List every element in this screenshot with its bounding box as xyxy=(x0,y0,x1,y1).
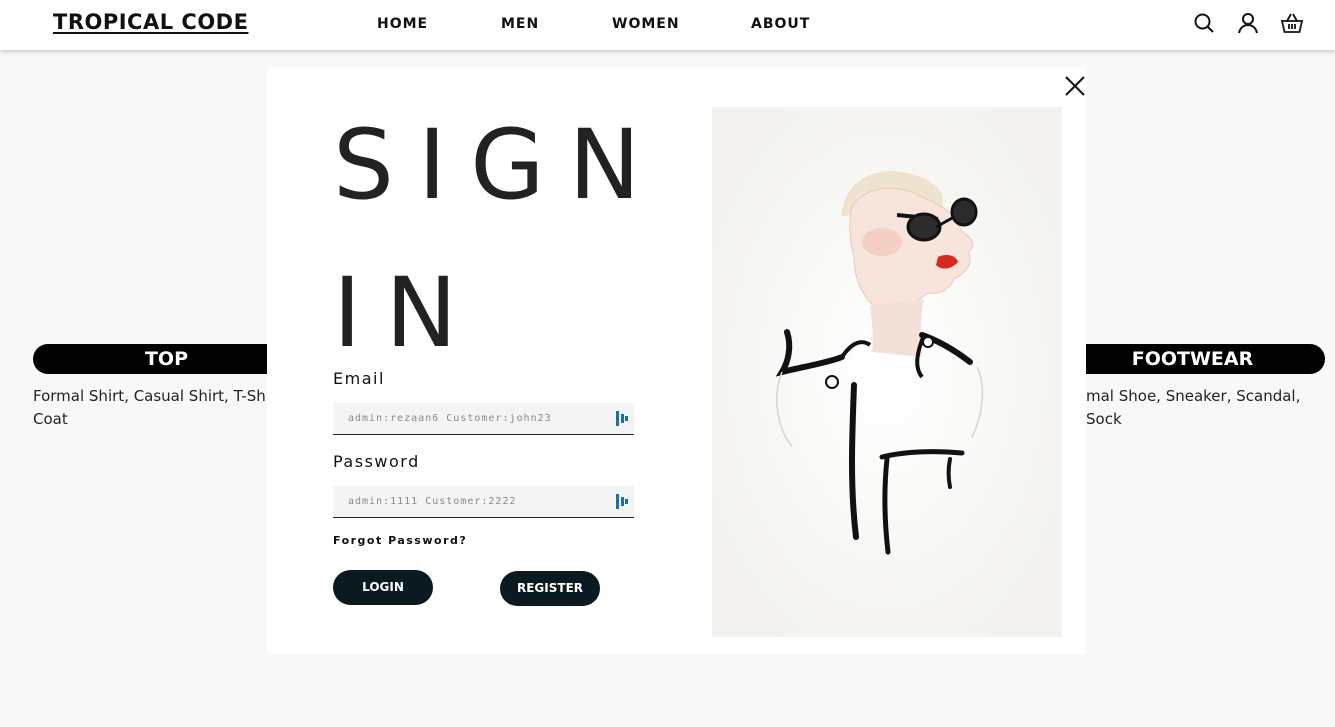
password-manager-icon[interactable] xyxy=(616,494,628,509)
category-top-title: TOP xyxy=(144,348,189,370)
category-top-pill[interactable]: TOP xyxy=(33,344,300,374)
basket-icon[interactable] xyxy=(1280,11,1304,35)
signin-title: SIGN IN xyxy=(333,109,665,369)
password-manager-icon[interactable] xyxy=(616,411,628,426)
close-icon[interactable] xyxy=(1064,75,1086,97)
search-icon[interactable] xyxy=(1192,11,1216,35)
category-footwear-title: FOOTWEAR xyxy=(1131,348,1254,370)
nav-home[interactable]: HOME xyxy=(377,16,428,32)
email-field-wrapper xyxy=(333,403,634,435)
nav-women[interactable]: WOMEN xyxy=(612,16,680,32)
site-logo[interactable]: TROPICAL CODE xyxy=(53,10,248,34)
login-button[interactable]: LOGIN xyxy=(333,570,433,605)
signin-modal: SIGN IN Email Password Forgot Password? … xyxy=(267,67,1086,654)
forgot-password-link[interactable]: Forgot Password? xyxy=(333,534,467,547)
fashion-illustration xyxy=(692,67,1086,654)
category-footwear-description: mal Shoe, Sneaker, Scandal, Sock xyxy=(1086,385,1335,431)
user-icon[interactable] xyxy=(1236,11,1260,35)
password-label: Password xyxy=(333,452,420,471)
category-top-desc-line1: Formal Shirt, Casual Shirt, T-Shirt xyxy=(33,387,283,405)
password-field-wrapper xyxy=(333,486,634,518)
category-footwear-desc-line1: mal Shoe, Sneaker, Scandal, Sock xyxy=(1086,387,1301,428)
email-label: Email xyxy=(333,369,385,388)
category-footwear-pill[interactable]: FOOTWEAR xyxy=(1060,344,1325,374)
nav-about[interactable]: ABOUT xyxy=(751,16,810,32)
category-top-desc-line2: Coat xyxy=(33,410,68,428)
register-button[interactable]: REGISTER xyxy=(500,571,600,606)
top-navigation-bar: TROPICAL CODE HOME MEN WOMEN ABOUT xyxy=(0,0,1335,50)
nav-men[interactable]: MEN xyxy=(501,16,539,32)
email-input[interactable] xyxy=(333,403,603,433)
category-top-description: Formal Shirt, Casual Shirt, T-Shirt Coat xyxy=(33,385,282,431)
password-input[interactable] xyxy=(333,486,603,516)
